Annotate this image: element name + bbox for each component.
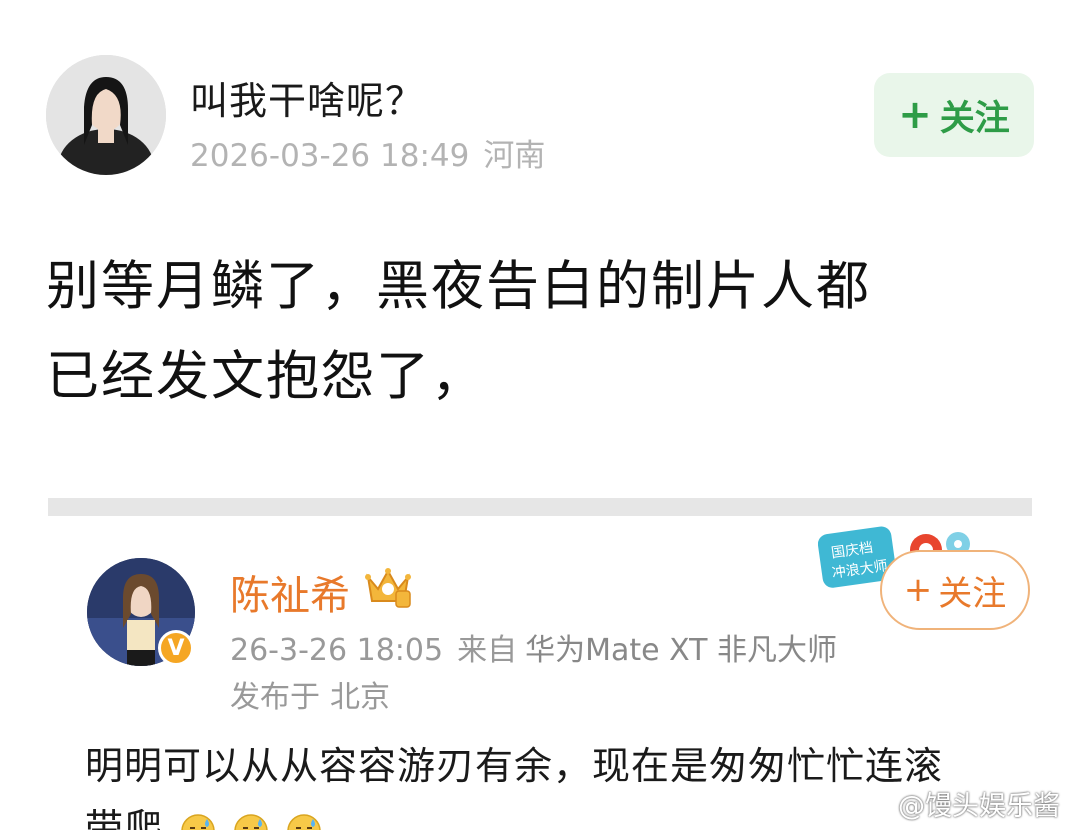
post-timestamp: 2026-03-26 18:49 xyxy=(190,138,470,174)
source-prefix: 来自 xyxy=(457,633,518,668)
crown-badge-icon xyxy=(362,565,414,609)
plus-icon: + xyxy=(898,92,932,138)
embedded-timestamp: 26-3-26 18:05 xyxy=(230,633,444,668)
verified-badge-icon: V xyxy=(158,630,194,666)
avatar-portrait-image xyxy=(46,55,166,175)
section-divider xyxy=(48,498,1032,516)
user-avatar[interactable] xyxy=(46,55,166,175)
watermark-text: @馒头娱乐酱 xyxy=(898,791,1060,822)
embedded-location: 北京 xyxy=(330,680,390,715)
post-meta: 2026-03-26 18:49 河南 xyxy=(190,130,545,175)
device-name[interactable]: 华为Mate XT 非凡大师 xyxy=(525,633,837,668)
embedded-username[interactable]: 陈祉希 xyxy=(230,563,350,621)
post-line: 已经发文抱怨了， xyxy=(46,346,486,407)
embedded-location-line: 发布于 北京 xyxy=(230,672,390,716)
sweat-smile-icon xyxy=(181,813,215,830)
embedded-post-line: 带爬 xyxy=(85,806,164,830)
post-line: 别等月鳞了，黑夜告白的制片人都 xyxy=(46,256,871,317)
weibo-logo-icon xyxy=(863,794,890,815)
post-location: 河南 xyxy=(483,138,546,174)
post-body: 别等月鳞了，黑夜告白的制片人都 已经发文抱怨了， xyxy=(46,242,1036,422)
watermark: @馒头娱乐酱 xyxy=(862,784,1060,823)
username[interactable]: 叫我干啥呢？ xyxy=(190,70,424,125)
location-prefix: 发布于 xyxy=(230,680,320,715)
embedded-follow-button[interactable]: + 关注 xyxy=(880,550,1030,630)
embedded-post-meta: 26-3-26 18:05 来自 华为Mate XT 非凡大师 xyxy=(230,625,837,669)
weibo-post-screenshot: 叫我干啥呢？ 2026-03-26 18:49 河南 + 关注 别等月鳞了，黑夜告… xyxy=(0,0,1079,830)
sweat-smile-icon xyxy=(287,813,322,830)
follow-label: 关注 xyxy=(938,573,1007,614)
plus-icon: + xyxy=(903,570,933,610)
sweat-smile-icon xyxy=(234,813,268,830)
follow-label: 关注 xyxy=(939,98,1010,139)
follow-button[interactable]: + 关注 xyxy=(874,73,1034,157)
